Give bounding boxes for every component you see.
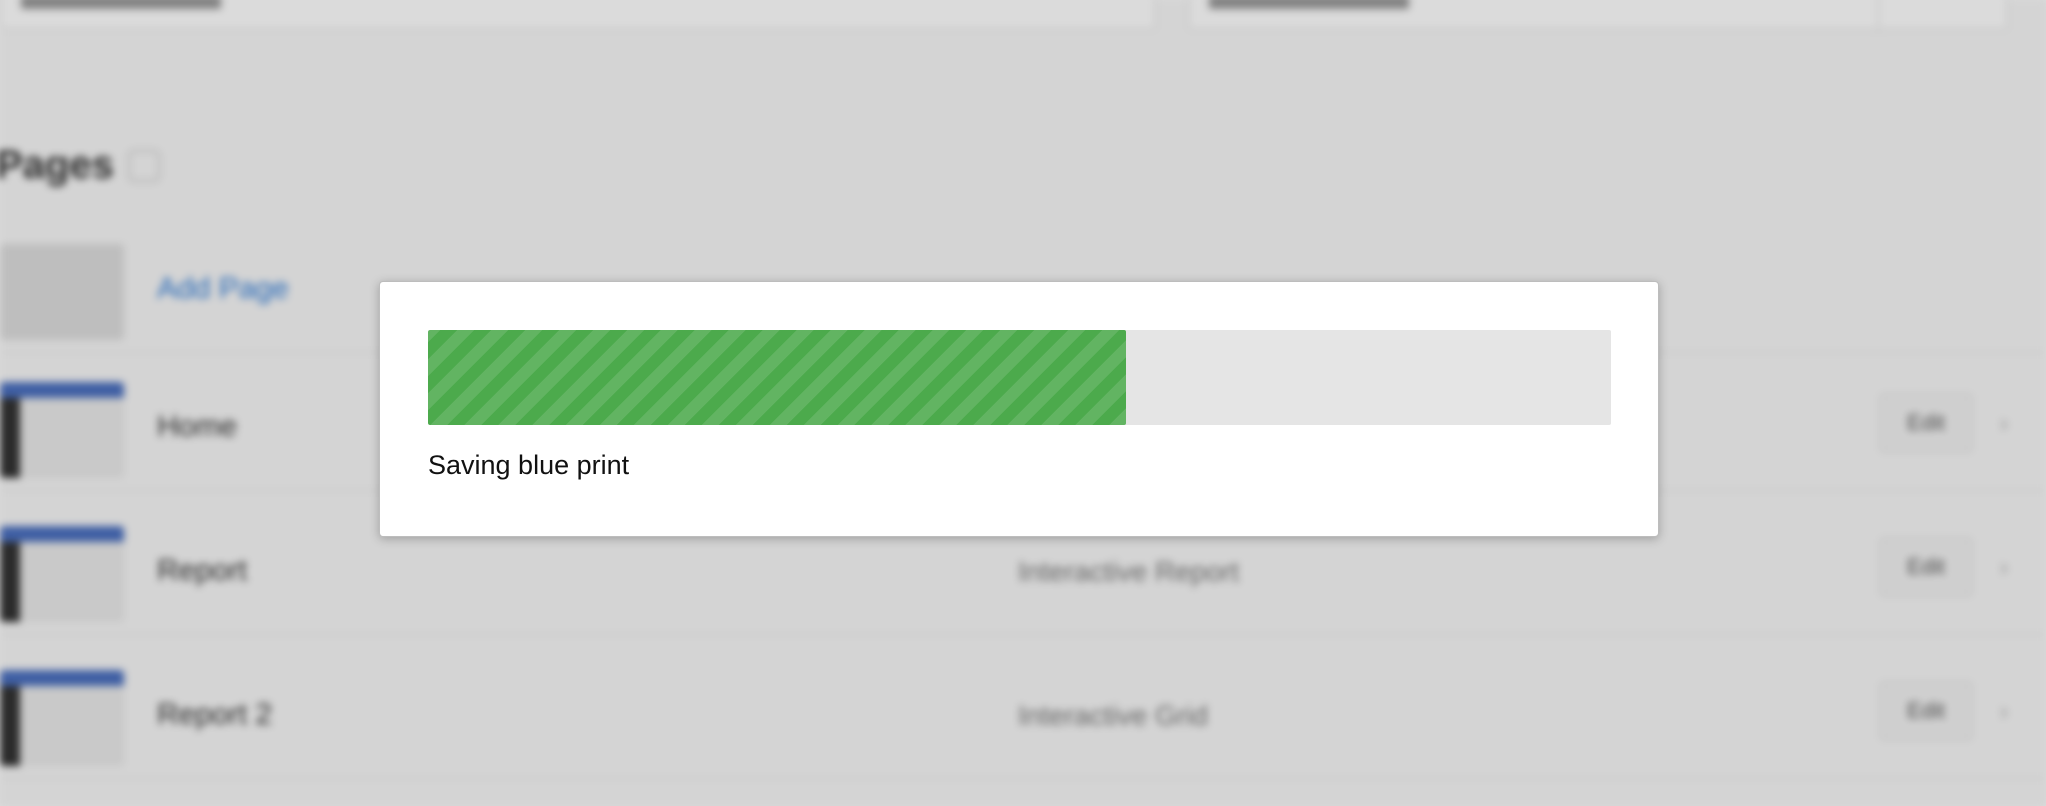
app-root: Pages Add Page Home Edit › Report Intera… [0,0,2046,806]
progress-bar-fill [428,330,1126,425]
progress-message: Saving blue print [428,450,630,480]
progress-bar-track [428,330,1611,425]
progress-dialog: Saving blue print [379,281,1659,537]
